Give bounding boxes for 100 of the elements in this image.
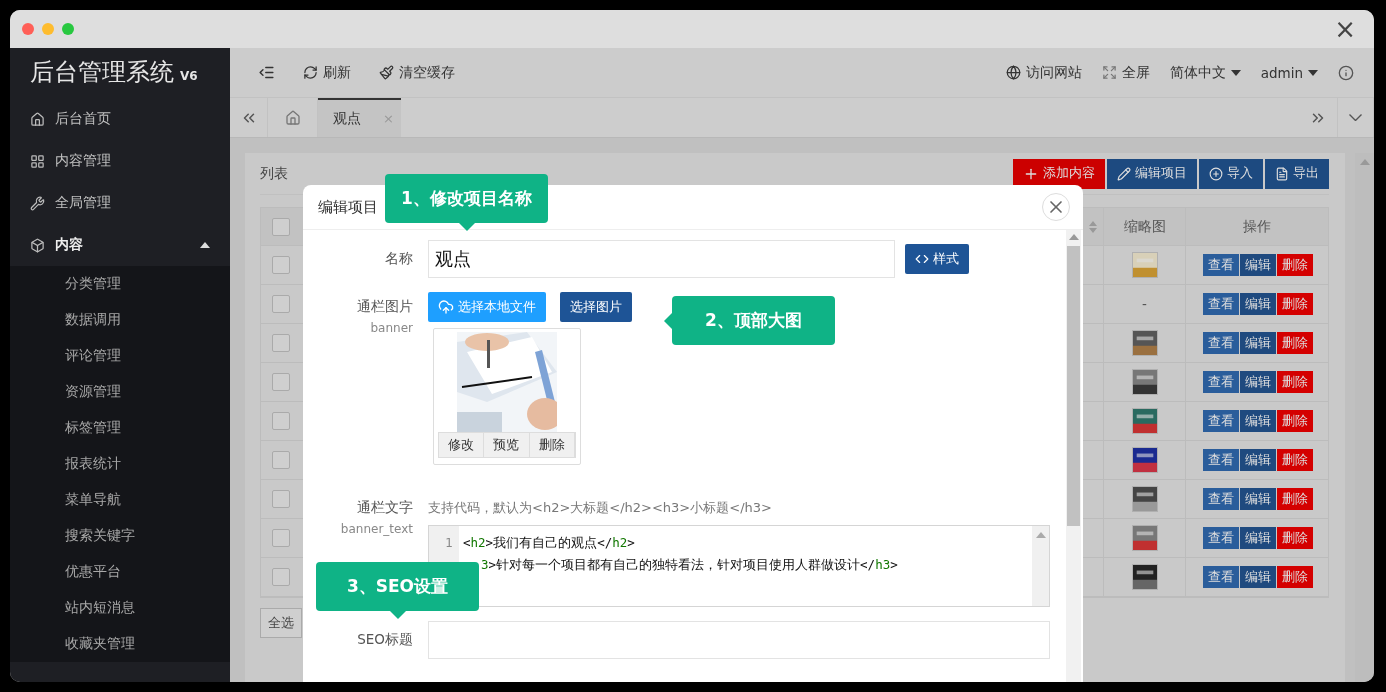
checkbox[interactable] — [272, 412, 290, 430]
field-label: SEO标题 — [357, 631, 413, 649]
field-label: 通栏文字 — [357, 499, 413, 517]
action-button[interactable]: 添加内容 — [1013, 158, 1105, 189]
select-all-button[interactable]: 全选 — [260, 608, 302, 638]
choose-image-button[interactable]: 选择图片 — [560, 292, 632, 322]
caret-icon — [1308, 69, 1318, 76]
field-label: 名称 — [385, 250, 413, 268]
row-action-button[interactable]: 删除 — [1276, 293, 1313, 315]
cube-icon — [30, 237, 45, 253]
sort-icon[interactable] — [1088, 220, 1097, 233]
row-action-button[interactable]: 查看 — [1202, 566, 1239, 588]
grid-icon — [30, 153, 45, 169]
maximize-dot[interactable] — [62, 23, 74, 35]
row-action-button[interactable]: 编辑 — [1239, 332, 1276, 354]
minimize-dot[interactable] — [42, 23, 54, 35]
toolbar-button[interactable]: 访问网站 — [1005, 63, 1082, 82]
sidebar-subitem[interactable]: 搜索关键字 — [10, 518, 230, 554]
sidebar-subitem[interactable]: 菜单导航 — [10, 482, 230, 518]
callout-pointer — [664, 313, 672, 329]
code-icon — [915, 252, 929, 266]
row-action-button[interactable]: 查看 — [1202, 449, 1239, 471]
row-action-button[interactable]: 查看 — [1202, 254, 1239, 276]
close-button[interactable] — [1042, 193, 1070, 221]
row-action-button[interactable]: 查看 — [1202, 332, 1239, 354]
row-action-button[interactable]: 查看 — [1202, 371, 1239, 393]
row-action-button[interactable]: 删除 — [1276, 488, 1313, 510]
row-action-button[interactable]: 删除 — [1276, 371, 1313, 393]
caret-icon — [1035, 532, 1046, 538]
row-action-button[interactable]: 编辑 — [1239, 371, 1276, 393]
sidebar-subitem[interactable]: 资源管理 — [10, 374, 230, 410]
row-action-button[interactable]: 查看 — [1202, 488, 1239, 510]
row-action-button[interactable]: 编辑 — [1239, 527, 1276, 549]
card-title: 列表 — [260, 164, 288, 183]
field-label: 通栏图片 — [357, 298, 413, 316]
toolbar-button[interactable]: 刷新 — [303, 63, 351, 82]
seo-title-field[interactable] — [428, 621, 1050, 659]
sidebar-subitem[interactable]: 优惠平台 — [10, 554, 230, 590]
action-button[interactable]: 导出 — [1265, 158, 1329, 189]
sidebar-subitem[interactable]: 数据调用 — [10, 302, 230, 338]
sidebar-subitem[interactable]: 标签管理 — [10, 410, 230, 446]
row-action-button[interactable]: 编辑 — [1239, 449, 1276, 471]
sidebar-item[interactable]: 全局管理 — [10, 182, 230, 224]
checkbox[interactable] — [272, 256, 290, 274]
row-action-button[interactable]: 查看 — [1202, 293, 1239, 315]
row-action-button[interactable]: 删除 — [1276, 332, 1313, 354]
checkbox[interactable] — [272, 295, 290, 313]
row-action-button[interactable]: 查看 — [1202, 527, 1239, 549]
toolbar-button[interactable]: 全屏 — [1101, 63, 1150, 82]
name-field[interactable]: 观点 — [428, 240, 895, 278]
row-action-button[interactable]: 删除 — [1276, 527, 1313, 549]
row-action-button[interactable]: 编辑 — [1239, 488, 1276, 510]
scrollbar[interactable] — [1066, 230, 1081, 682]
checkbox[interactable] — [272, 490, 290, 508]
sidebar-subitem[interactable]: 分类管理 — [10, 266, 230, 302]
menu-toggle-icon[interactable] — [258, 64, 275, 81]
checkbox[interactable] — [272, 451, 290, 469]
fullscreen-icon — [1101, 65, 1117, 80]
table-cell-text: - — [1142, 296, 1147, 312]
plus-circle-icon — [1209, 166, 1223, 181]
toolbar-button[interactable]: 清空缓存 — [379, 63, 455, 82]
checkbox[interactable] — [272, 568, 290, 586]
sidebar-item[interactable]: 内容 — [10, 224, 230, 266]
close-dot[interactable] — [22, 23, 34, 35]
sidebar-subitem[interactable]: 报表统计 — [10, 446, 230, 482]
row-action-button[interactable]: 编辑 — [1239, 254, 1276, 276]
row-action-button[interactable]: 编辑 — [1239, 410, 1276, 432]
sidebar-item[interactable]: 内容管理 — [10, 140, 230, 182]
globe-icon — [1005, 65, 1021, 80]
row-action-button[interactable]: 删除 — [1276, 566, 1313, 588]
sidebar-subitem[interactable]: 收藏夹管理 — [10, 626, 230, 662]
row-action-button[interactable]: 删除 — [1276, 410, 1313, 432]
row-action-button[interactable]: 编辑 — [1239, 566, 1276, 588]
checkbox[interactable] — [272, 373, 290, 391]
sidebar-subitem[interactable]: 评论管理 — [10, 338, 230, 374]
style-button[interactable]: 样式 — [905, 244, 969, 274]
chevron-down-icon — [1349, 114, 1362, 121]
action-button[interactable]: 导入 — [1199, 158, 1263, 189]
callout-pointer — [390, 611, 406, 619]
app-logo: 后台管理系统 — [30, 57, 174, 88]
dropdown-button[interactable]: admin — [1260, 64, 1318, 81]
sidebar-subitem[interactable]: 站内短消息 — [10, 590, 230, 626]
row-action-button[interactable]: 删除 — [1276, 449, 1313, 471]
brush-icon — [379, 65, 394, 80]
tab[interactable]: 观点 × — [318, 98, 401, 137]
action-button[interactable]: 编辑项目 — [1107, 158, 1197, 189]
caret-icon — [1068, 234, 1079, 240]
row-action-button[interactable]: 编辑 — [1239, 293, 1276, 315]
row-action-button[interactable]: 查看 — [1202, 410, 1239, 432]
row-action-button[interactable]: 删除 — [1276, 254, 1313, 276]
checkbox[interactable] — [272, 334, 290, 352]
sidebar-item[interactable]: 后台首页 — [10, 98, 230, 140]
close-button[interactable]: × — [1328, 16, 1362, 42]
wrench-icon — [30, 195, 45, 211]
dropdown-button[interactable]: 简体中文 — [1169, 63, 1241, 82]
info-icon[interactable] — [1338, 64, 1354, 81]
callout-pointer — [459, 223, 475, 231]
checkbox[interactable] — [272, 217, 290, 236]
checkbox[interactable] — [272, 529, 290, 547]
caret-icon — [1230, 69, 1241, 76]
